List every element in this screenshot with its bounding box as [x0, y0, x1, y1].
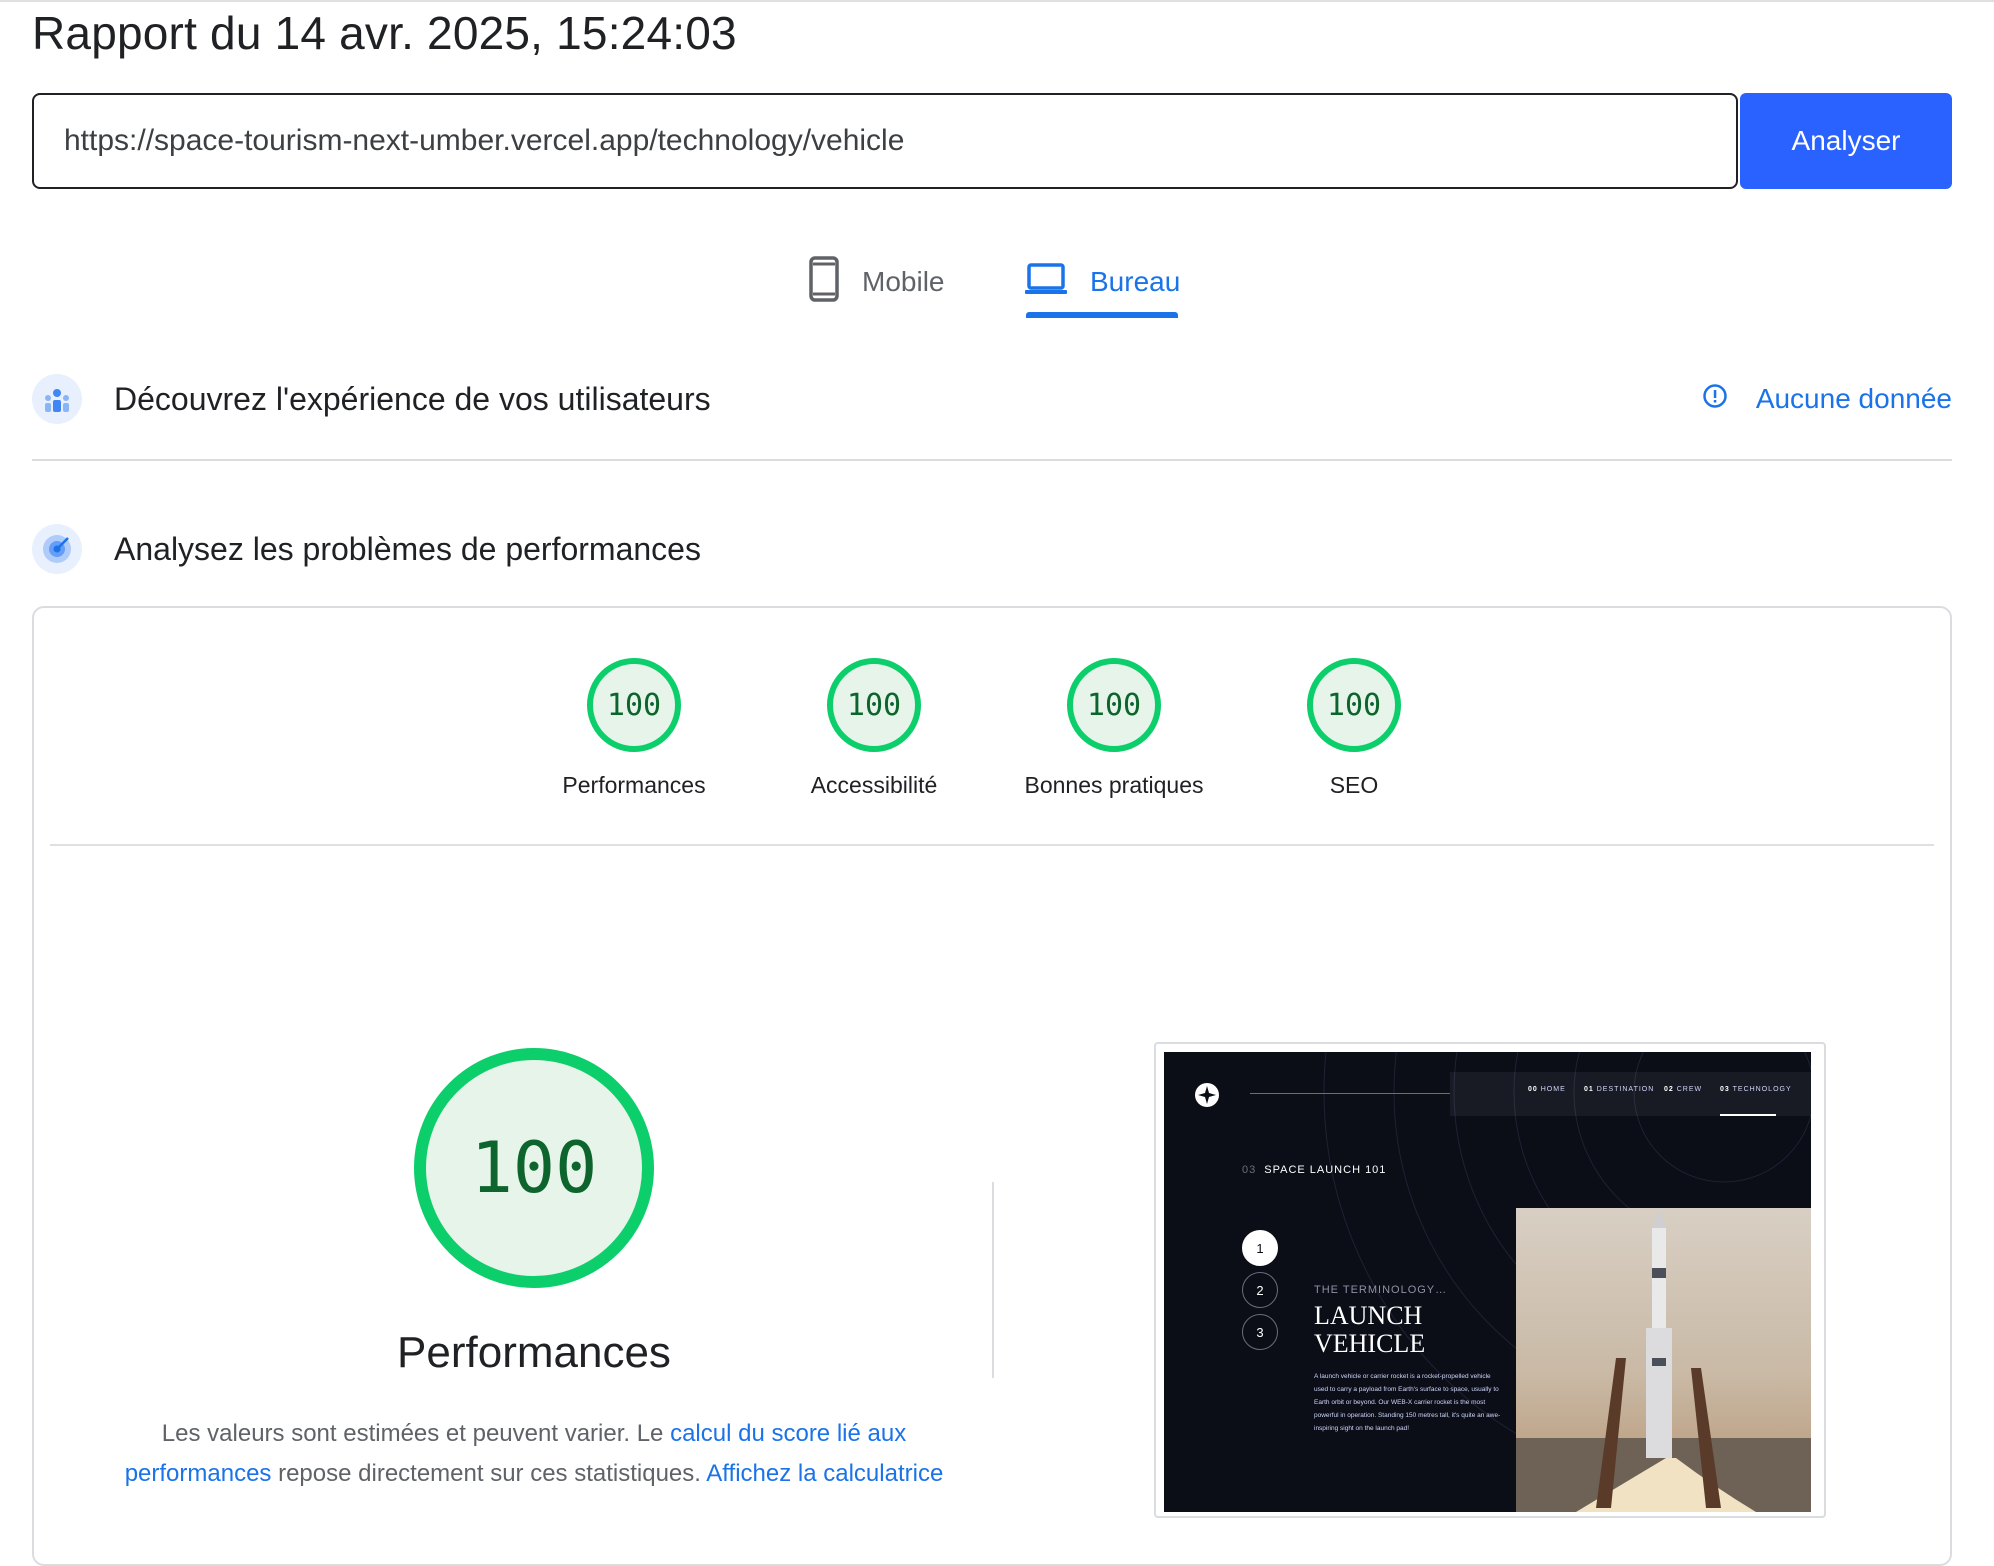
screenshot-nav-active — [1720, 1114, 1776, 1116]
gauge-accessibility[interactable]: 100 Accessibilité — [754, 656, 994, 799]
section-divider — [32, 459, 1952, 461]
performance-big-score: 100 — [471, 1127, 597, 1209]
gauge-performance-score: 100 — [607, 688, 661, 723]
screenshot-step-3: 3 — [1242, 1314, 1278, 1350]
info-icon — [1702, 383, 1728, 416]
gauge-seo-score: 100 — [1327, 688, 1381, 723]
vertical-separator — [992, 1182, 994, 1378]
device-tabs: Mobile Bureau — [32, 240, 1952, 324]
performance-desc-text-2: repose directement sur ces statistiques. — [271, 1460, 707, 1487]
no-data-label: Aucune donnée — [1755, 383, 1952, 414]
field-data-title: Découvrez l'expérience de vos utilisateu… — [114, 380, 711, 417]
report-title: Rapport du 14 avr. 2025, 15:24:03 — [32, 7, 737, 59]
laptop-icon — [1024, 262, 1068, 303]
gauge-accessibility-label: Accessibilité — [810, 772, 938, 798]
gauge-seo-label: SEO — [1329, 772, 1379, 798]
screenshot-content: 00 HOME 01 DESTINATION 02 CREW 03 TECHNO… — [1164, 1052, 1811, 1512]
radar-icon — [32, 524, 82, 574]
lab-data-section: Analysez les problèmes de performances — [32, 519, 1952, 579]
rocket-image — [1516, 1208, 1811, 1512]
screenshot-step-1: 1 — [1242, 1230, 1278, 1266]
screenshot-nav-technology: 03 TECHNOLOGY — [1720, 1086, 1792, 1093]
performance-big-gauge: 100 — [414, 1048, 654, 1288]
gauge-best-practices-label: Bonnes pratiques — [1024, 772, 1204, 798]
lab-data-title: Analysez les problèmes de performances — [114, 530, 701, 567]
gauge-best-practices[interactable]: 100 Bonnes pratiques — [994, 656, 1234, 799]
performance-description: Les valeurs sont estimées et peuvent var… — [104, 1414, 964, 1494]
screenshot-nav-bar — [1450, 1072, 1811, 1116]
performance-summary: 100 Performances — [294, 1046, 774, 1378]
active-tab-indicator — [1026, 312, 1178, 318]
smartphone-icon — [808, 255, 840, 309]
scores-card: 100 Performances 100 Accessibilité 100 B… — [32, 606, 1952, 1566]
screenshot-terminology: THE TERMINOLOGY… — [1314, 1284, 1448, 1296]
gauge-seo-ring: 100 — [1307, 658, 1401, 752]
url-input[interactable] — [32, 93, 1738, 189]
performance-desc-text-1: Les valeurs sont estimées et peuvent var… — [161, 1420, 671, 1447]
tab-mobile-label: Mobile — [862, 266, 945, 297]
gauge-performance[interactable]: 100 Performances — [514, 656, 754, 799]
gauge-seo[interactable]: 100 SEO — [1234, 656, 1474, 799]
analyze-button[interactable]: Analyser — [1740, 93, 1952, 189]
calculator-link[interactable]: Affichez la calculatrice — [706, 1460, 943, 1487]
gauge-best-practices-ring: 100 — [1067, 658, 1161, 752]
screenshot-nav-line — [1250, 1093, 1450, 1094]
gauge-performance-ring: 100 — [587, 658, 681, 752]
users-chart-icon — [32, 374, 82, 424]
screenshot-nav-crew: 02 CREW — [1664, 1086, 1703, 1093]
no-data-link[interactable]: Aucune donnée — [1702, 369, 1952, 429]
gauge-accessibility-score: 100 — [847, 688, 901, 723]
page-screenshot: 00 HOME 01 DESTINATION 02 CREW 03 TECHNO… — [1154, 1042, 1826, 1518]
pagespeed-report: Rapport du 14 avr. 2025, 15:24:03 Analys… — [32, 0, 1952, 1566]
screenshot-subtitle: 03 SPACE LAUNCH 101 — [1242, 1164, 1387, 1176]
performance-title: Performances — [397, 1328, 671, 1377]
screenshot-nav-home: 00 HOME — [1528, 1086, 1566, 1093]
screenshot-paragraph: A launch vehicle or carrier rocket is a … — [1314, 1373, 1501, 1432]
logo-icon — [1195, 1083, 1219, 1107]
gauge-best-practices-score: 100 — [1087, 688, 1141, 723]
screenshot-step-2: 2 — [1242, 1272, 1278, 1308]
score-gauges: 100 Performances 100 Accessibilité 100 B… — [34, 608, 1950, 848]
screenshot-heading: LAUNCH VEHICLE — [1314, 1301, 1426, 1358]
gauge-performance-label: Performances — [562, 772, 706, 798]
screenshot-nav-destination: 01 DESTINATION — [1584, 1086, 1655, 1093]
field-data-section: Découvrez l'expérience de vos utilisateu… — [32, 369, 1952, 429]
card-divider — [50, 844, 1934, 846]
gauge-accessibility-ring: 100 — [827, 658, 921, 752]
tab-desktop-label: Bureau — [1090, 266, 1181, 297]
tab-mobile[interactable]: Mobile — [808, 240, 944, 324]
